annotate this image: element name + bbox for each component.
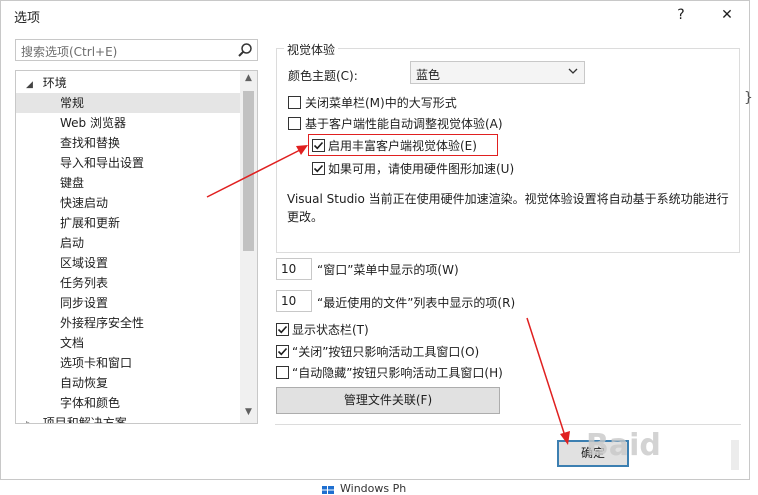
scroll-down-icon[interactable]: ▼: [240, 407, 257, 417]
recent-files-count-label: “最近使用的文件”列表中显示的项(R): [317, 296, 516, 310]
scroll-thumb[interactable]: [243, 91, 254, 251]
hw-accel-checkbox[interactable]: [312, 162, 325, 175]
status-bar-checkbox[interactable]: [276, 323, 289, 336]
autohide-affects-active-checkbox[interactable]: [276, 366, 289, 379]
tree-item-web-browser[interactable]: Web 浏览器: [60, 113, 126, 133]
dialog-title: 选项: [14, 11, 41, 26]
scroll-up-icon[interactable]: ▲: [240, 73, 257, 83]
baidu-watermark: Baid: [586, 428, 661, 463]
tree-item-fonts-colors[interactable]: 字体和颜色: [60, 393, 120, 413]
tree-root-projects[interactable]: ▷ 项目和解决方案: [26, 413, 127, 424]
tree-item-extensions[interactable]: 扩展和更新: [60, 213, 120, 233]
rich-client-label: 启用丰富客户端视觉体验(E): [328, 139, 477, 153]
tree-item-keyboard[interactable]: 键盘: [60, 173, 84, 193]
tree-item-sync[interactable]: 同步设置: [60, 293, 108, 313]
expand-icon[interactable]: ▷: [26, 420, 33, 423]
tree-item-label: 常规: [60, 96, 85, 110]
chevron-down-icon: [568, 68, 578, 74]
search-input[interactable]: 搜索选项(Ctrl+E): [15, 39, 258, 61]
tree-item-quick-launch[interactable]: 快速启动: [60, 193, 108, 213]
tree-item-task-list[interactable]: 任务列表: [60, 273, 108, 293]
options-tree: ◢ 环境 常规 Web 浏览器 查找和替换 导入和导出设置 键盘 快速启动 扩展…: [15, 70, 258, 424]
autohide-affects-active-label: “自动隐藏”按钮只影响活动工具窗口(H): [292, 366, 503, 380]
tree-item-tabs-windows[interactable]: 选项卡和窗口: [60, 353, 132, 373]
tree-root-label: 项目和解决方案: [42, 416, 127, 424]
auto-adjust-checkbox[interactable]: [288, 117, 301, 130]
tree-item-autorecover[interactable]: 自动恢复: [60, 373, 108, 393]
tree-root-environment[interactable]: ◢ 环境: [26, 73, 67, 93]
window-menu-count-label: “窗口”菜单中显示的项(W): [317, 263, 459, 277]
group-title: 视觉体验: [284, 41, 339, 58]
hw-accel-label: 如果可用，请使用硬件图形加速(U): [328, 162, 515, 176]
status-bar-label: 显示状态栏(T): [292, 323, 369, 337]
color-theme-value: 蓝色: [416, 68, 441, 82]
tree-item-documents[interactable]: 文档: [60, 333, 84, 353]
manage-file-associations-button[interactable]: 管理文件关联(F): [276, 387, 500, 414]
tree-item-import-export[interactable]: 导入和导出设置: [60, 153, 144, 173]
close-button[interactable]: ✕: [716, 4, 738, 26]
taskbar-app-label[interactable]: Windows Ph: [340, 482, 406, 495]
tree-item-addin-security[interactable]: 外接程序安全性: [60, 313, 144, 333]
uppercase-menu-label: 关闭菜单栏(M)中的大写形式: [305, 96, 457, 110]
recent-files-count-input[interactable]: 10: [276, 290, 312, 312]
render-description: Visual Studio 当前正在使用硬件加速渲染。视觉体验设置将自动基于系统…: [287, 192, 729, 224]
uppercase-menu-checkbox[interactable]: [288, 96, 301, 109]
tree-vertical-scrollbar[interactable]: ▲ ▼: [240, 71, 257, 423]
checkmark-icon: [277, 325, 288, 334]
background-text-fragment: }: [744, 90, 753, 106]
checkmark-icon: [313, 141, 324, 150]
help-button[interactable]: ?: [670, 4, 692, 26]
scroll-edge: [731, 440, 739, 470]
search-placeholder: 搜索选项(Ctrl+E): [21, 45, 118, 59]
close-affects-active-label: “关闭”按钮只影响活动工具窗口(O): [292, 345, 480, 359]
tree-item-startup[interactable]: 启动: [60, 233, 84, 253]
windows-logo-icon[interactable]: [322, 486, 334, 494]
color-theme-label: 颜色主题(C):: [288, 69, 358, 83]
expand-collapse-icon[interactable]: ◢: [26, 80, 33, 90]
bottom-separator: [275, 424, 741, 425]
tree-item-regional[interactable]: 区域设置: [60, 253, 108, 273]
rich-client-checkbox[interactable]: [312, 139, 325, 152]
auto-adjust-label: 基于客户端性能自动调整视觉体验(A): [305, 117, 503, 131]
tree-item-general[interactable]: 常规: [16, 93, 240, 113]
close-affects-active-checkbox[interactable]: [276, 345, 289, 358]
checkmark-icon: [313, 164, 324, 173]
search-icon[interactable]: [237, 42, 253, 58]
tree-root-label: 环境: [42, 76, 67, 90]
tree-item-find-replace[interactable]: 查找和替换: [60, 133, 120, 153]
window-menu-count-input[interactable]: 10: [276, 258, 312, 280]
color-theme-select[interactable]: 蓝色: [410, 61, 585, 84]
checkmark-icon: [277, 347, 288, 356]
